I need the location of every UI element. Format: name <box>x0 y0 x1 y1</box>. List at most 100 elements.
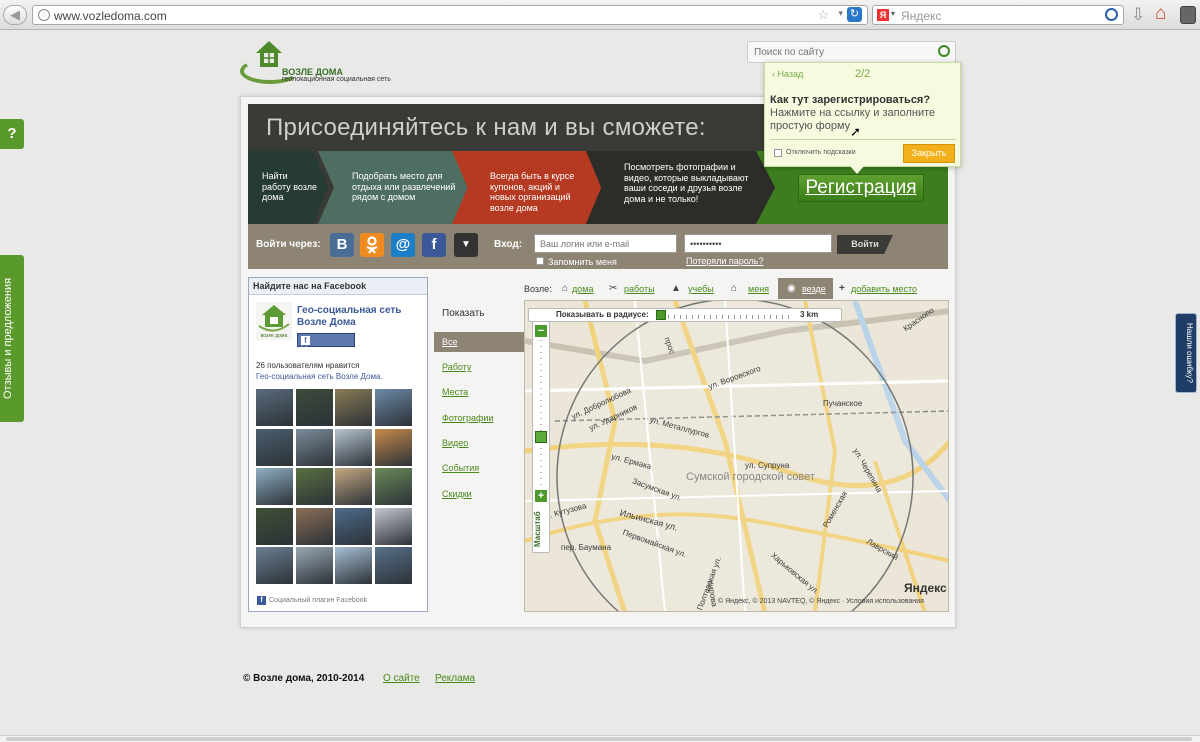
facebook-plugin-footer: Социальный плагин Facebook <box>269 597 368 604</box>
reload-icon[interactable]: ↻ <box>847 7 862 22</box>
facebook-page-name[interactable]: Гео-социальная сеть Возле Дома <box>297 305 425 329</box>
page-logo-icon[interactable]: возле дома <box>256 302 292 340</box>
fan-avatar[interactable] <box>335 428 372 466</box>
fan-avatar[interactable] <box>256 507 293 545</box>
scrollbar-thumb[interactable] <box>6 737 1192 741</box>
fan-avatar[interactable] <box>335 468 372 505</box>
fan-avatar[interactable] <box>295 507 333 545</box>
home-icon[interactable]: ⌂ <box>1155 3 1166 25</box>
near-me-link[interactable]: меня <box>748 284 769 294</box>
facebook-login-button[interactable]: f <box>422 233 446 257</box>
category-places[interactable]: Места <box>434 382 524 402</box>
facebook-f-icon: f <box>301 336 310 345</box>
login-field[interactable] <box>534 234 677 253</box>
tooltip-divider <box>770 139 956 140</box>
tooltip-back-link[interactable]: ‹ Назад <box>772 69 803 79</box>
address-bar[interactable]: ◌ www.vozledoma.com ☆ ▾ ↻ <box>32 5 868 25</box>
mailru-login-button[interactable]: @ <box>391 233 415 257</box>
register-button[interactable]: Регистрация <box>798 174 924 202</box>
category-video[interactable]: Видео <box>434 433 524 453</box>
login-submit-button[interactable]: Войти <box>837 235 893 254</box>
tools-icon: ✂ <box>609 283 618 294</box>
help-tab[interactable]: ? <box>0 119 24 149</box>
fan-avatar[interactable] <box>256 468 293 505</box>
fan-avatar[interactable] <box>295 468 333 505</box>
street-label: Пучанское <box>823 399 863 408</box>
scale-label: Масштаб <box>533 511 542 547</box>
zoom-in-button[interactable]: + <box>535 490 547 502</box>
benefit-step-photos: Посмотреть фотографии и видео, которые в… <box>586 151 776 224</box>
yandex-icon[interactable]: Я <box>877 9 889 21</box>
yandex-map-logo[interactable]: Яндекс <box>904 581 947 595</box>
fan-avatar[interactable] <box>374 428 412 466</box>
url-text[interactable]: www.vozledoma.com <box>54 9 167 23</box>
fan-avatar[interactable] <box>256 389 293 426</box>
add-place-link[interactable]: добавить место <box>851 284 917 294</box>
map-copyright[interactable]: © Яндекс, © 2013 NAVTEQ, © Яндекс · Усло… <box>718 598 924 605</box>
fan-avatar[interactable] <box>374 547 412 584</box>
facebook-like-button[interactable]: fНравится <box>297 333 355 355</box>
near-everywhere-link[interactable]: везде <box>802 284 826 294</box>
disable-hints-label[interactable]: Отключить подсказки <box>786 149 856 156</box>
more-login-options-button[interactable]: ▼ <box>454 233 478 257</box>
fan-avatar[interactable] <box>295 428 333 466</box>
map-view[interactable]: ул. Добролюбова ул. Ударников ул. Металл… <box>524 300 949 612</box>
radius-slider-handle[interactable] <box>656 310 666 320</box>
near-study-link[interactable]: учебы <box>688 284 714 294</box>
category-photos[interactable]: Фотографии <box>434 408 524 428</box>
tooltip-close-button[interactable]: Закрыть <box>903 144 955 163</box>
near-work-link[interactable]: работы <box>624 284 655 294</box>
zoom-slider-handle[interactable] <box>535 431 547 443</box>
download-icon[interactable]: ⇩ <box>1131 5 1145 25</box>
back-arrow-icon[interactable]: ◀ <box>3 5 27 25</box>
category-all[interactable]: Все <box>434 332 524 352</box>
fan-avatar[interactable] <box>256 428 293 466</box>
fan-avatar[interactable] <box>295 547 333 584</box>
bookmark-star-icon[interactable]: ☆ <box>817 7 829 23</box>
footer-ads-link[interactable]: Реклама <box>435 673 475 684</box>
password-field[interactable] <box>684 234 832 253</box>
search-engine-name[interactable]: Яндекс <box>901 9 941 23</box>
district-label: Сумской городской совет <box>686 471 815 483</box>
fan-avatar[interactable] <box>335 507 372 545</box>
category-discounts[interactable]: Скидки <box>434 484 524 504</box>
footer-about-link[interactable]: О сайте <box>383 673 420 684</box>
show-label: Показать <box>442 308 485 319</box>
remember-me-checkbox[interactable] <box>536 257 544 265</box>
fan-avatar[interactable] <box>374 468 412 505</box>
likes-page-link[interactable]: Гео-социальная сеть Возле Дома. <box>256 372 383 381</box>
history-dropdown-icon[interactable]: ▾ <box>838 8 843 19</box>
search-icon[interactable] <box>1105 8 1118 21</box>
category-events[interactable]: События <box>434 458 524 478</box>
zoom-out-button[interactable]: − <box>535 325 547 337</box>
search-icon[interactable] <box>938 45 950 57</box>
fan-avatar[interactable] <box>256 547 293 584</box>
site-search-input[interactable] <box>754 45 924 59</box>
report-error-label[interactable]: Нашли ошибку? <box>1178 315 1194 391</box>
street-label: ул. Супруна <box>745 461 790 470</box>
forgot-password-link[interactable]: Потеряли пароль? <box>686 256 764 266</box>
step-text: Посмотреть фотографии и видео, которые в… <box>624 162 749 204</box>
login-via-label: Войти через: <box>256 239 321 250</box>
vk-login-button[interactable]: В <box>330 233 354 257</box>
fan-avatar[interactable] <box>295 389 333 426</box>
globe-icon: ◌ <box>38 9 50 21</box>
zoom-slider-track[interactable] <box>540 340 542 488</box>
extension-icon[interactable] <box>1180 6 1196 24</box>
tooltip-title: Как тут зарегистрироваться? <box>770 94 931 106</box>
tooltip-back-label: Назад <box>777 69 804 79</box>
near-home-link[interactable]: дома <box>572 284 593 294</box>
radius-slider-track[interactable] <box>668 315 793 319</box>
disable-hints-checkbox[interactable] <box>774 149 782 157</box>
step-text: Подобрать место для отдыха или развлечен… <box>352 171 456 202</box>
feedback-label[interactable]: Отзывы и предложения <box>2 258 22 418</box>
browser-search-bar[interactable]: Я ▾ Яндекс <box>872 5 1124 25</box>
remember-me-label[interactable]: Запомнить меня <box>548 257 617 267</box>
odnoklassniki-login-button[interactable] <box>360 233 384 257</box>
fan-avatar[interactable] <box>374 389 412 426</box>
fan-avatar[interactable] <box>335 389 372 426</box>
engine-dropdown-icon[interactable]: ▾ <box>891 9 895 18</box>
fan-avatar[interactable] <box>335 547 372 584</box>
fan-avatar[interactable] <box>374 507 412 545</box>
category-jobs[interactable]: Работу <box>434 357 524 377</box>
